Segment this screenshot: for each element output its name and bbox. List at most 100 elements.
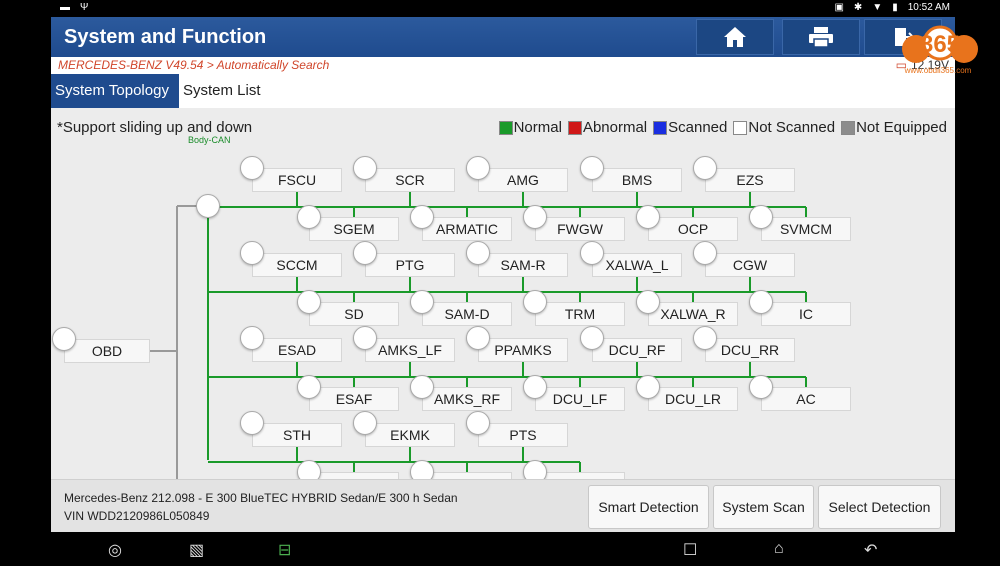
module-status-knob[interactable]	[297, 460, 321, 479]
system-nav-bar: ◎ ▧ ⊟ ☐ ⌂ ↶	[0, 532, 1000, 566]
module-dcu_rr[interactable]: DCU_RR	[705, 338, 795, 362]
module-xalwa_r[interactable]: XALWA_R	[648, 302, 738, 326]
nfc-icon: ▣	[834, 2, 844, 13]
bluetooth-icon: ✱	[853, 2, 863, 13]
module-ezs[interactable]: EZS	[705, 168, 795, 192]
module-esaf[interactable]: ESAF	[309, 387, 399, 411]
module-svmcm[interactable]: SVMCM	[761, 217, 851, 241]
module-ptg[interactable]: PTG	[365, 253, 455, 277]
module-tpms[interactable]: TPMS	[535, 472, 625, 479]
smart-detection-button[interactable]: Smart Detection	[588, 485, 709, 529]
body-can-knob[interactable]	[196, 194, 220, 218]
module-scr[interactable]: SCR	[365, 168, 455, 192]
vehicle-info: Mercedes-Benz 212.098 - E 300 BlueTEC HY…	[64, 489, 458, 525]
module-status-knob[interactable]	[240, 241, 264, 265]
module-status-knob[interactable]	[410, 460, 434, 479]
gallery-icon[interactable]: ▧	[189, 540, 204, 560]
module-sth[interactable]: STH	[252, 423, 342, 447]
module-amks_lf[interactable]: AMKS_LF	[365, 338, 455, 362]
module-status-knob[interactable]	[353, 156, 377, 180]
back-icon[interactable]: ↶	[864, 540, 877, 560]
title-bar: System and Function	[51, 17, 955, 57]
module-armatic[interactable]: ARMATIC	[422, 217, 512, 241]
module-status-knob[interactable]	[466, 326, 490, 350]
module-ppamks[interactable]: PPAMKS	[478, 338, 568, 362]
module-cgw[interactable]: CGW	[705, 253, 795, 277]
system-scan-button[interactable]: System Scan	[713, 485, 814, 529]
module-dcu_rf[interactable]: DCU_RF	[592, 338, 682, 362]
recents-icon[interactable]: ☐	[683, 540, 697, 560]
module-sgawf[interactable]: SGAWF	[422, 472, 512, 479]
module-sam-r[interactable]: SAM-R	[478, 253, 568, 277]
print-button[interactable]	[782, 19, 860, 55]
module-ic[interactable]: IC	[761, 302, 851, 326]
module-status-knob[interactable]	[297, 205, 321, 229]
svg-text:www.obdii365.com: www.obdii365.com	[904, 66, 972, 75]
module-status-knob[interactable]	[297, 375, 321, 399]
module-status-knob[interactable]	[749, 290, 773, 314]
module-status-knob[interactable]	[353, 411, 377, 435]
module-sgem[interactable]: SGEM	[309, 217, 399, 241]
module-status-knob[interactable]	[523, 375, 547, 399]
select-detection-button[interactable]: Select Detection	[818, 485, 941, 529]
module-status-knob[interactable]	[693, 241, 717, 265]
module-status-knob[interactable]	[52, 327, 76, 351]
module-ocp[interactable]: OCP	[648, 217, 738, 241]
module-status-knob[interactable]	[580, 156, 604, 180]
module-status-knob[interactable]	[523, 460, 547, 479]
module-dcu_lf[interactable]: DCU_LF	[535, 387, 625, 411]
tab-system-topology[interactable]: System Topology	[51, 74, 179, 108]
vci-icon[interactable]: ⊟	[278, 540, 291, 560]
module-status-knob[interactable]	[410, 375, 434, 399]
module-status-knob[interactable]	[580, 326, 604, 350]
module-pts[interactable]: PTS	[478, 423, 568, 447]
module-status-knob[interactable]	[466, 411, 490, 435]
module-status-knob[interactable]	[693, 156, 717, 180]
watermark-logo: 365 www.obdii365.com	[902, 25, 978, 75]
module-status-knob[interactable]	[240, 411, 264, 435]
browser-icon[interactable]: ◎	[108, 540, 122, 560]
home-button[interactable]	[696, 19, 774, 55]
module-status-knob[interactable]	[636, 375, 660, 399]
module-obd[interactable]: OBD	[64, 339, 150, 363]
module-status-knob[interactable]	[466, 241, 490, 265]
module-status-knob[interactable]	[240, 156, 264, 180]
module-status-knob[interactable]	[297, 290, 321, 314]
module-status-knob[interactable]	[636, 205, 660, 229]
module-status-knob[interactable]	[410, 290, 434, 314]
home-nav-icon[interactable]: ⌂	[774, 540, 784, 558]
module-ekmk[interactable]: EKMK	[365, 423, 455, 447]
tab-system-list[interactable]: System List	[179, 74, 265, 108]
topology-canvas[interactable]: *Support sliding up and down Normal Abnor…	[51, 108, 955, 479]
module-fwgw[interactable]: FWGW	[535, 217, 625, 241]
module-amg[interactable]: AMG	[478, 168, 568, 192]
module-status-knob[interactable]	[636, 290, 660, 314]
module-sccm[interactable]: SCCM	[252, 253, 342, 277]
module-status-knob[interactable]	[353, 326, 377, 350]
wifi-icon: ▼	[872, 2, 883, 13]
module-sd[interactable]: SD	[309, 302, 399, 326]
module-bms[interactable]: BMS	[592, 168, 682, 192]
module-lrh[interactable]: LRH	[309, 472, 399, 479]
module-amks_rf[interactable]: AMKS_RF	[422, 387, 512, 411]
module-status-knob[interactable]	[749, 375, 773, 399]
module-status-knob[interactable]	[693, 326, 717, 350]
module-status-knob[interactable]	[523, 290, 547, 314]
module-status-knob[interactable]	[353, 241, 377, 265]
module-dcu_lr[interactable]: DCU_LR	[648, 387, 738, 411]
module-fscu[interactable]: FSCU	[252, 168, 342, 192]
app-window: System and Function MERCEDES-BENZ V49.54…	[51, 17, 955, 532]
module-status-knob[interactable]	[749, 205, 773, 229]
module-xalwa_l[interactable]: XALWA_L	[592, 253, 682, 277]
module-ac[interactable]: AC	[761, 387, 851, 411]
module-esad[interactable]: ESAD	[252, 338, 342, 362]
module-status-knob[interactable]	[410, 205, 434, 229]
module-status-knob[interactable]	[523, 205, 547, 229]
module-status-knob[interactable]	[240, 326, 264, 350]
module-trm[interactable]: TRM	[535, 302, 625, 326]
module-status-knob[interactable]	[466, 156, 490, 180]
tab-bar: System Topology System List	[51, 74, 955, 108]
vehicle-vin: VIN WDD2120986L050849	[64, 509, 210, 523]
module-status-knob[interactable]	[580, 241, 604, 265]
module-sam-d[interactable]: SAM-D	[422, 302, 512, 326]
